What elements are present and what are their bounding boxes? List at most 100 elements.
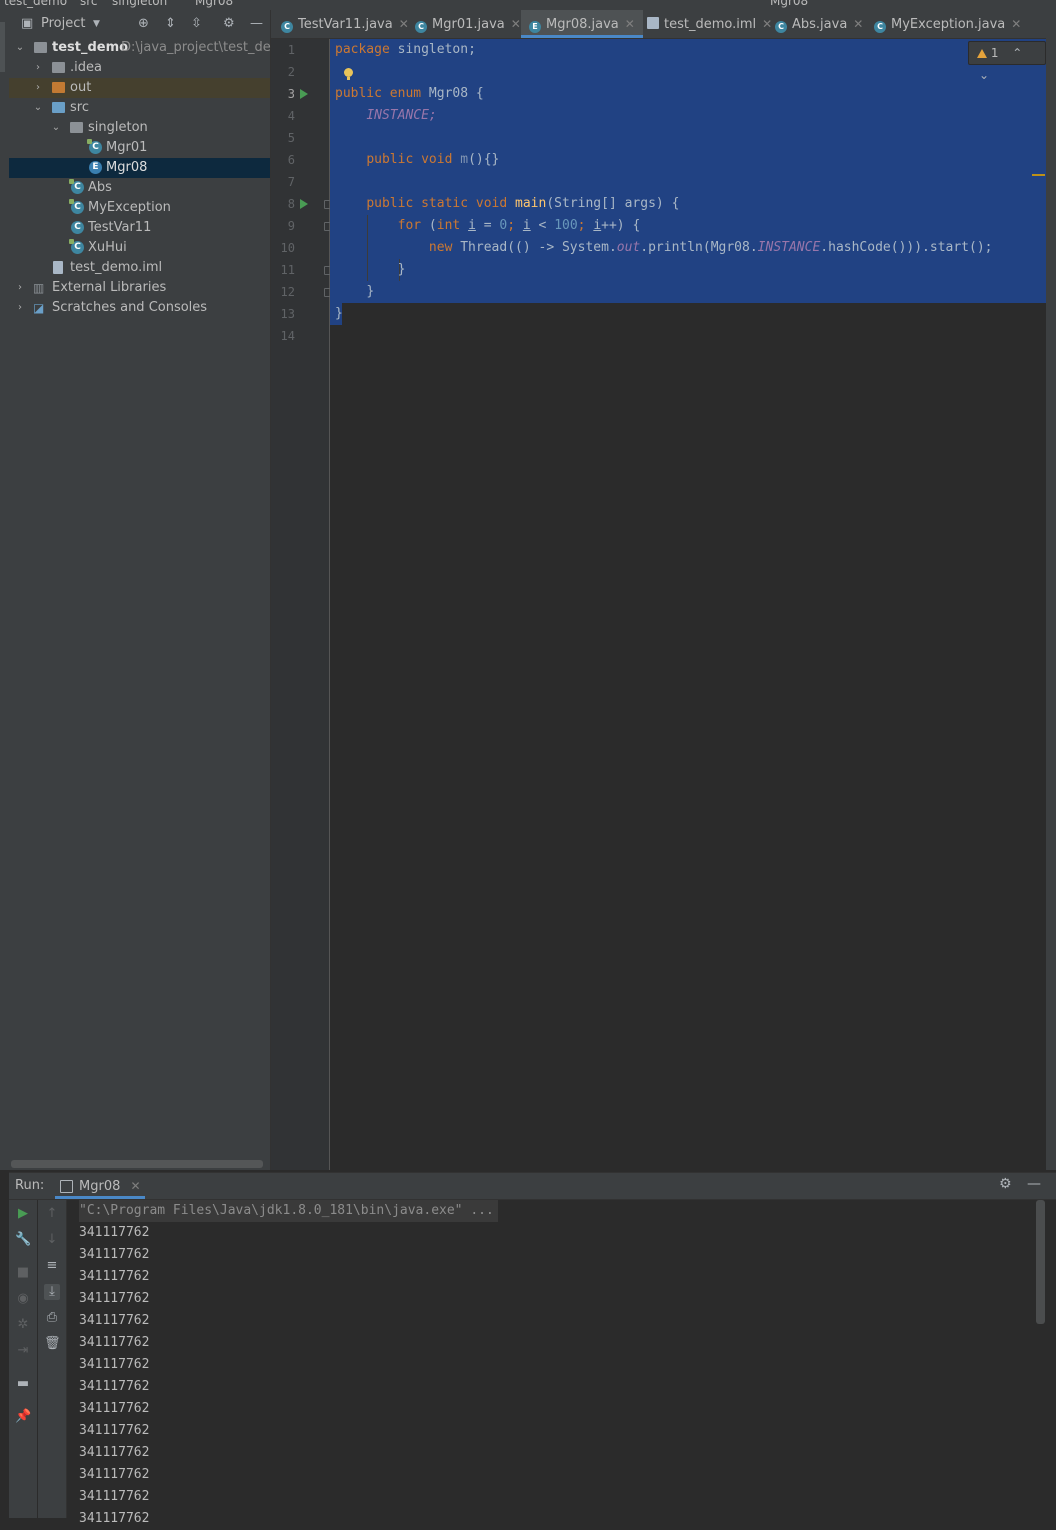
- pin-icon[interactable]: 📌: [15, 1409, 31, 1425]
- console-line: 341117762: [79, 1291, 150, 1306]
- chevron-right-icon[interactable]: ›: [15, 278, 25, 298]
- breadcrumb-src[interactable]: src: [80, 0, 98, 8]
- line-number: 11: [280, 263, 295, 277]
- settings-icon[interactable]: ✲: [15, 1317, 31, 1333]
- tree-item-out[interactable]: › out: [9, 78, 270, 98]
- trash-icon[interactable]: 🗑: [44, 1336, 61, 1352]
- tree-item-test-demo[interactable]: ⌄ test_demo D:\java_project\test_demo: [9, 38, 292, 58]
- tree-item-mgr08[interactable]: E Mgr08: [9, 158, 270, 178]
- code-token: public enum: [335, 86, 422, 101]
- class-icon: C: [71, 221, 84, 234]
- chevron-down-icon[interactable]: ⌄: [33, 98, 43, 118]
- soft-wrap-icon[interactable]: ≡: [44, 1258, 60, 1274]
- breadcrumb-package[interactable]: singleton: [112, 0, 167, 8]
- collapse-all-icon[interactable]: ⇳: [191, 16, 202, 32]
- hide-panel-icon[interactable]: —: [250, 16, 263, 32]
- console-line: 341117762: [79, 1379, 150, 1394]
- tab-abs[interactable]: C Abs.java ✕: [775, 10, 863, 38]
- stop-icon[interactable]: ■: [15, 1265, 31, 1281]
- run-tab-mgr08[interactable]: Mgr08 ✕: [55, 1173, 145, 1199]
- tab-myexception[interactable]: C MyException.java ✕: [874, 10, 1021, 38]
- tree-item-scratches[interactable]: › ◪ Scratches and Consoles: [9, 298, 270, 318]
- locate-icon[interactable]: ⊕: [138, 16, 149, 32]
- console-line: 341117762: [79, 1489, 150, 1504]
- chevron-right-icon[interactable]: ›: [15, 298, 25, 318]
- tree-item-idea[interactable]: › .idea: [9, 58, 270, 78]
- rerun-icon[interactable]: ▶: [15, 1206, 31, 1222]
- line-number: 5: [287, 131, 295, 145]
- code-token: out: [616, 240, 641, 255]
- tab-test-demo-iml[interactable]: test_demo.iml ✕: [647, 10, 772, 38]
- inspection-widget[interactable]: 1 ⌃ ⌄: [968, 41, 1046, 82]
- next-highlight-icon[interactable]: ⌄: [979, 68, 989, 82]
- console-line: 341117762: [79, 1511, 150, 1526]
- breadcrumb-project[interactable]: test_demo: [4, 0, 67, 8]
- run-label: Run:: [15, 1178, 45, 1193]
- chevron-right-icon[interactable]: ›: [33, 58, 43, 78]
- project-tool-tab[interactable]: [0, 22, 5, 72]
- print-icon[interactable]: ⎙: [44, 1310, 60, 1326]
- code-line-6: public void m(){}: [335, 149, 499, 171]
- up-arrow-icon[interactable]: ↑: [44, 1206, 60, 1222]
- chevron-down-icon[interactable]: ⌄: [15, 38, 25, 58]
- code-line-13: }: [335, 303, 343, 325]
- close-icon[interactable]: ✕: [1011, 17, 1021, 31]
- tab-mgr01[interactable]: C Mgr01.java ✕: [415, 10, 521, 38]
- error-stripe-mark[interactable]: [1032, 174, 1045, 176]
- close-icon[interactable]: ✕: [511, 17, 521, 31]
- project-view-selector[interactable]: Project: [41, 16, 85, 31]
- console-toolbar: ↑ ↓ ≡ ⤓ ⎙ 🗑: [38, 1200, 67, 1518]
- folder-icon: [52, 62, 65, 73]
- tree-item-myexception[interactable]: C MyException: [9, 198, 270, 218]
- tree-item-xuhui[interactable]: C XuHui: [9, 238, 270, 258]
- wrench-icon[interactable]: 🔧: [15, 1232, 31, 1248]
- tree-item-label: Mgr01: [106, 140, 148, 155]
- editor-tab-bar: C TestVar11.java ✕ C Mgr01.java ✕ E Mgr08.jav…: [271, 10, 1056, 39]
- tree-item-abs[interactable]: C Abs: [9, 178, 270, 198]
- gear-icon[interactable]: ⚙: [999, 1176, 1012, 1192]
- lightbulb-icon[interactable]: [344, 68, 353, 80]
- tree-item-src[interactable]: ⌄ src: [9, 98, 270, 118]
- code-token: ++) {: [601, 218, 641, 233]
- tree-item-singleton[interactable]: ⌄ singleton: [9, 118, 270, 138]
- code-token: }: [335, 306, 343, 321]
- gear-icon[interactable]: ⚙: [223, 16, 235, 32]
- vertical-scrollbar[interactable]: [1036, 1200, 1045, 1324]
- close-icon[interactable]: ✕: [131, 1179, 141, 1193]
- tree-item-external-libraries[interactable]: › ▥ External Libraries: [9, 278, 270, 298]
- chevron-down-icon[interactable]: ⌄: [51, 118, 61, 138]
- down-arrow-icon[interactable]: ↓: [44, 1232, 60, 1248]
- previous-highlight-icon[interactable]: ⌃: [1012, 46, 1022, 60]
- close-icon[interactable]: ✕: [625, 17, 635, 31]
- tab-mgr08[interactable]: E Mgr08.java ✕: [521, 10, 643, 38]
- expand-all-icon[interactable]: ⇕: [165, 16, 176, 32]
- code-editor[interactable]: 1 ⌃ ⌄ package singleton; public enum Mgr…: [330, 39, 1046, 1170]
- horizontal-scrollbar[interactable]: [11, 1160, 263, 1168]
- project-panel-header: ▣ Project ▼ ⊕ ⇕ ⇳ ⚙ —: [9, 10, 270, 38]
- hide-panel-icon[interactable]: —: [1027, 1176, 1041, 1192]
- code-token: INSTANCE: [757, 240, 821, 255]
- code-token: }: [397, 262, 406, 277]
- module-file-icon: [647, 17, 659, 29]
- camera-icon[interactable]: ◉: [15, 1291, 31, 1307]
- run-icon[interactable]: [300, 89, 308, 99]
- close-icon[interactable]: ✕: [853, 17, 863, 31]
- exit-icon[interactable]: ⇥: [15, 1343, 31, 1359]
- close-icon[interactable]: ✕: [399, 17, 409, 31]
- chevron-down-icon[interactable]: ▼: [93, 16, 100, 32]
- breadcrumb-file[interactable]: Mgr08: [195, 0, 233, 8]
- console-line: 341117762: [79, 1247, 150, 1262]
- run-icon[interactable]: [300, 199, 308, 209]
- chevron-right-icon[interactable]: ›: [33, 78, 43, 98]
- run-config-selector[interactable]: Mgr08: [770, 0, 808, 8]
- console-output[interactable]: "C:\Program Files\Java\jdk1.8.0_181\bin\…: [79, 1200, 1036, 1526]
- tab-testvar11[interactable]: C TestVar11.java ✕: [281, 10, 409, 38]
- code-token: ;: [577, 218, 594, 233]
- tree-item-test-demo-iml[interactable]: test_demo.iml: [9, 258, 270, 278]
- layout-icon[interactable]: ▬: [15, 1376, 31, 1392]
- tree-item-testvar11[interactable]: C TestVar11: [9, 218, 270, 238]
- tab-label: Mgr01.java: [432, 17, 505, 32]
- scroll-to-end-icon[interactable]: ⤓: [44, 1284, 60, 1300]
- close-icon[interactable]: ✕: [762, 17, 772, 31]
- tree-item-mgr01[interactable]: C Mgr01: [9, 138, 270, 158]
